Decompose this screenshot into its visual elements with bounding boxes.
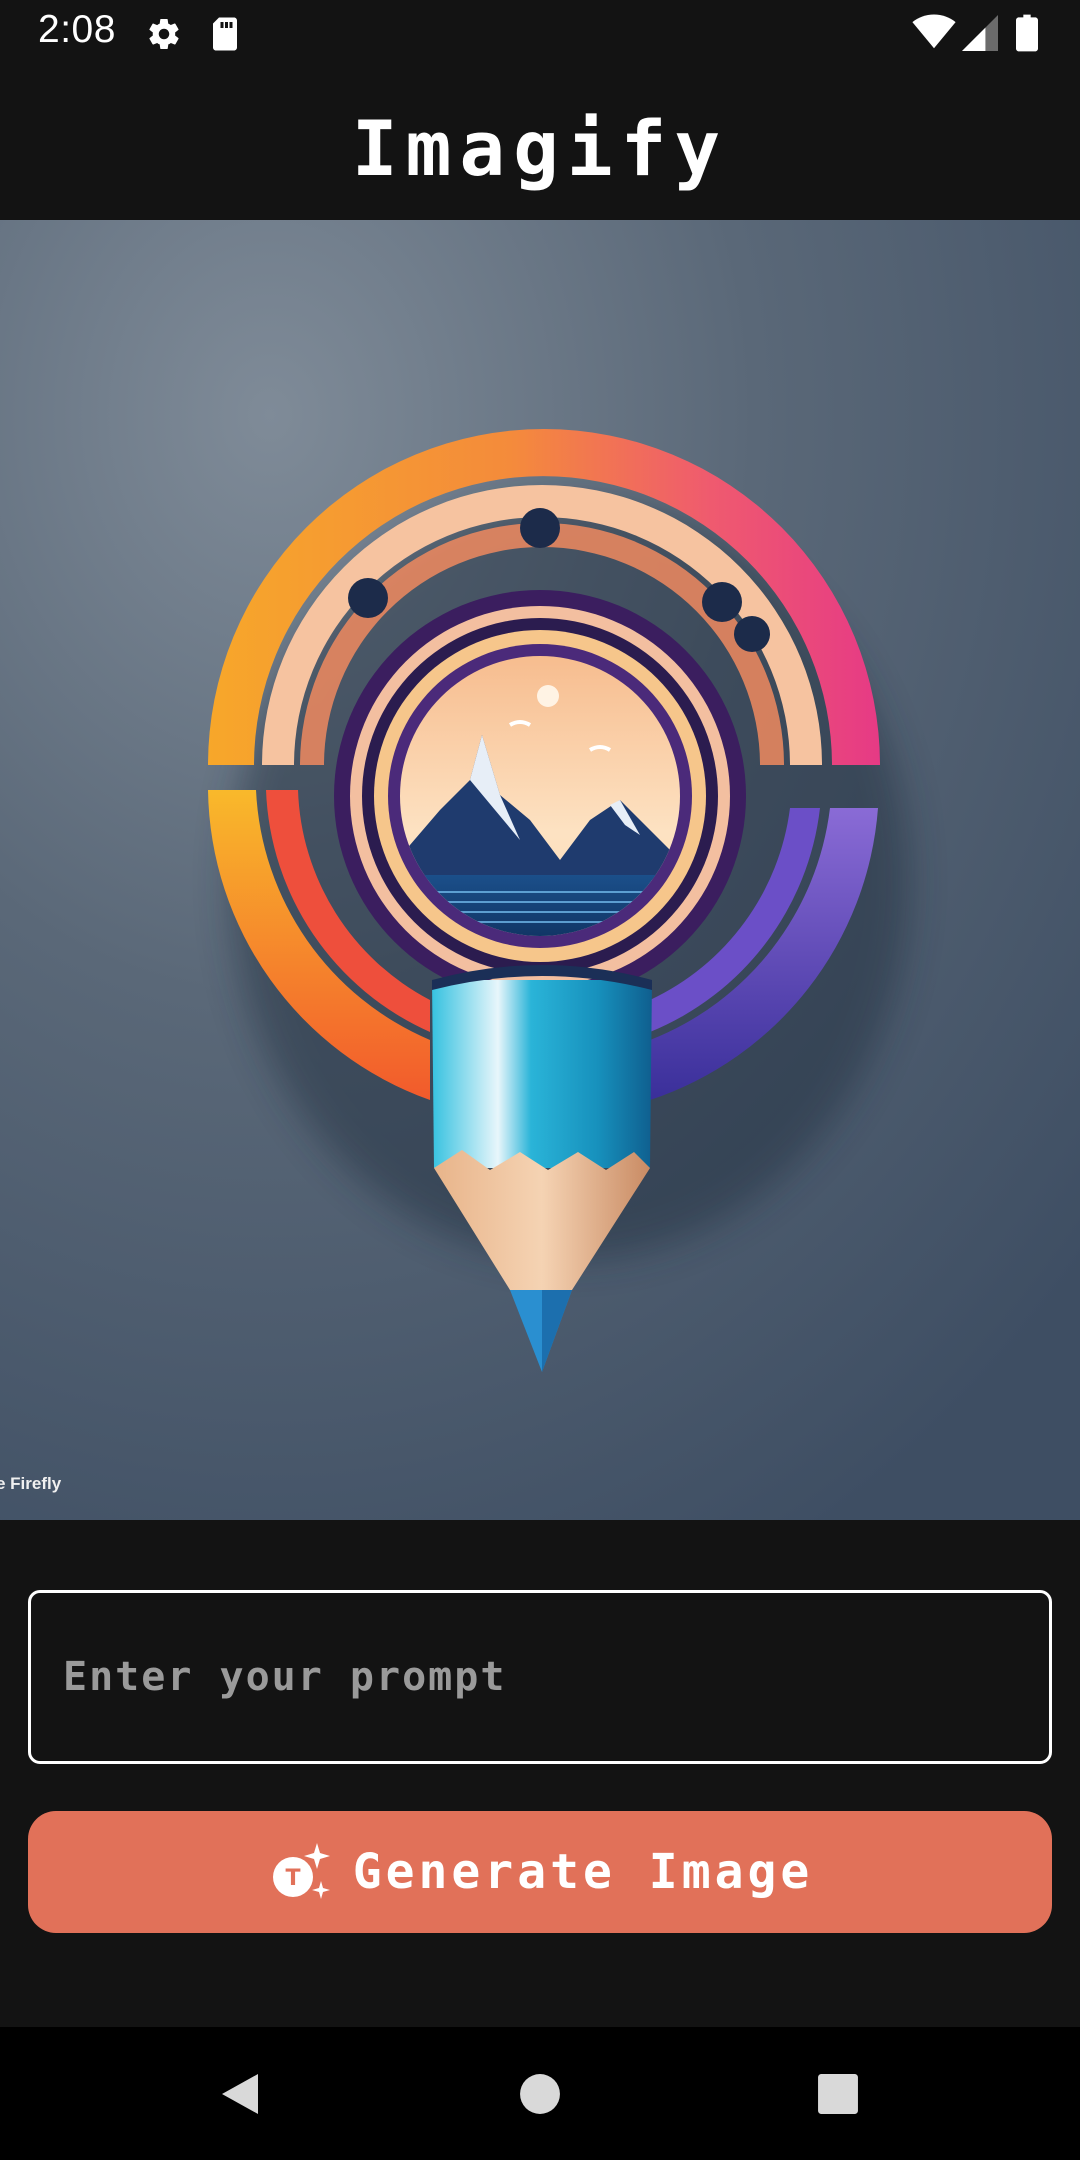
generate-image-button[interactable]: T Generate Image	[28, 1811, 1052, 1933]
status-time: 2:08	[38, 8, 116, 51]
status-bar: 2:08	[0, 0, 1080, 66]
app-bar: Imagify	[0, 66, 1080, 220]
app-title: Imagify	[351, 103, 729, 193]
recents-button[interactable]	[798, 2027, 878, 2160]
navigation-bar	[0, 2027, 1080, 2160]
pencil-logo-illustration	[0, 220, 1080, 1520]
home-button[interactable]	[500, 2027, 580, 2160]
prompt-input[interactable]	[61, 1653, 1049, 1701]
sd-card-icon	[210, 16, 240, 56]
svg-text:T: T	[285, 1866, 300, 1891]
cellular-signal-icon	[962, 14, 998, 56]
ai-sparkle-icon: T	[272, 1843, 330, 1899]
home-icon	[520, 2073, 560, 2114]
battery-icon	[1016, 14, 1038, 56]
generated-image: e Firefly	[0, 220, 1080, 1520]
back-button[interactable]	[200, 2027, 280, 2160]
app-screen: 2:08 Imagify e Firefly Enter your prompt…	[0, 0, 1080, 2160]
wifi-icon	[912, 14, 956, 54]
back-icon	[222, 2073, 258, 2114]
gear-icon	[146, 16, 182, 56]
prompt-field[interactable]	[28, 1590, 1052, 1764]
generate-button-label: Generate Image	[352, 1844, 814, 1900]
image-watermark: e Firefly	[0, 1474, 62, 1493]
recents-icon	[818, 2073, 858, 2114]
